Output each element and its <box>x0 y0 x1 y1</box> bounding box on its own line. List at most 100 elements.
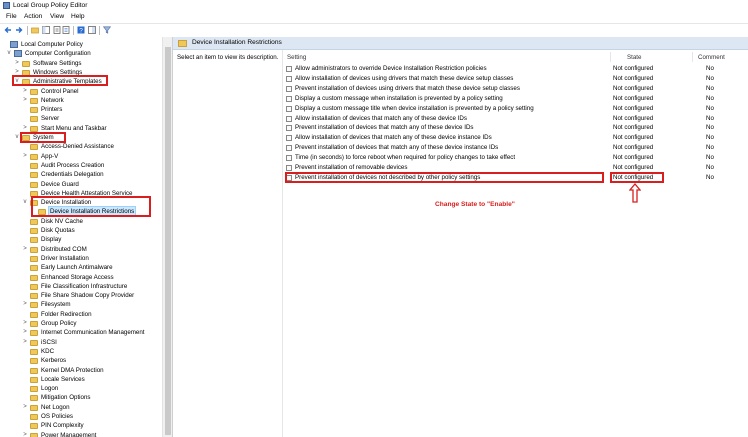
policy-setting: Allow installation of devices using driv… <box>295 74 514 82</box>
filter-icon[interactable] <box>103 26 111 34</box>
policy-comment: No <box>706 104 714 112</box>
highlight-device-installation <box>31 196 151 217</box>
column-header-setting[interactable]: Setting <box>287 54 306 61</box>
policy-setting-icon <box>286 125 292 132</box>
menu-action[interactable]: Action <box>24 13 42 20</box>
policy-setting: Prevent installation of devices using dr… <box>295 84 520 92</box>
policy-setting-icon <box>286 75 292 82</box>
policy-state: Not configured <box>613 104 654 112</box>
tree-node-label: Internet Communication Management <box>41 329 145 337</box>
policy-row[interactable]: Display a custom message when installati… <box>283 94 748 104</box>
expand-chevron-icon[interactable]: > <box>22 403 28 412</box>
expand-chevron-icon[interactable]: > <box>14 59 20 68</box>
column-header-state[interactable]: State <box>627 54 641 61</box>
tree-node-label: File Share Shadow Copy Provider <box>41 292 135 300</box>
policy-setting-icon <box>286 66 292 72</box>
policy-row[interactable]: Prevent installation of devices using dr… <box>283 84 748 94</box>
extended-view-icon[interactable] <box>88 26 96 34</box>
policy-state: Not configured <box>613 74 654 82</box>
show-hide-tree-icon[interactable] <box>42 26 50 34</box>
details-header: Device Installation Restrictions <box>173 37 748 50</box>
expand-chevron-icon[interactable]: > <box>22 152 28 161</box>
policy-comment: No <box>706 164 714 171</box>
folder-icon <box>30 367 38 374</box>
folder-icon <box>30 237 38 244</box>
tree-scrollbar-thumb[interactable] <box>165 47 171 435</box>
folder-icon <box>30 404 38 411</box>
policy-comment: No <box>706 124 714 132</box>
policy-state: Not configured <box>613 164 654 171</box>
tree-node-label: Control Panel <box>41 87 79 95</box>
back-icon[interactable] <box>4 26 12 34</box>
policy-state: Not configured <box>613 124 654 132</box>
policy-comment: No <box>706 65 714 72</box>
help-icon[interactable]: ? <box>77 26 85 34</box>
tree-node-label: Credentials Delegation <box>41 171 104 179</box>
highlight-administrative-templates <box>12 75 108 86</box>
policy-setting-icon <box>286 155 292 162</box>
folder-icon <box>30 88 38 95</box>
menu-bar: File Action View Help <box>0 12 748 23</box>
expand-chevron-icon[interactable]: > <box>22 431 28 437</box>
tree-node-label: OS Policies <box>41 413 73 420</box>
forward-icon[interactable] <box>15 26 23 34</box>
folder-icon <box>30 218 38 225</box>
policy-row[interactable]: Time (in seconds) to force reboot when r… <box>283 153 748 163</box>
policy-setting: Display a custom message when installati… <box>295 94 503 102</box>
policy-row[interactable]: Allow administrators to override Device … <box>283 64 748 74</box>
policy-comment: No <box>706 154 714 162</box>
folder-icon <box>30 116 38 123</box>
policy-setting-icon <box>286 165 292 171</box>
folder-icon <box>30 311 38 318</box>
expand-chevron-icon[interactable]: > <box>22 328 28 337</box>
policy-state: Not configured <box>613 134 654 142</box>
policy-setting: Display a custom message title when devi… <box>295 104 534 112</box>
policy-row[interactable]: Display a custom message title when devi… <box>283 104 748 114</box>
policy-row[interactable]: Allow installation of devices that match… <box>283 114 748 124</box>
policy-state: Not configured <box>613 114 654 122</box>
policy-comment: No <box>706 173 714 181</box>
policy-row[interactable]: Prevent installation of devices that mat… <box>283 143 748 153</box>
tree-node-label: Computer Configuration <box>25 50 91 58</box>
collapse-chevron-icon[interactable]: v <box>22 198 28 207</box>
expand-chevron-icon[interactable]: > <box>22 96 28 105</box>
folder-icon <box>30 181 38 188</box>
expand-chevron-icon[interactable]: > <box>22 300 28 309</box>
folder-icon <box>30 386 38 393</box>
annotation-text: Change State to "Enable" <box>435 201 515 208</box>
expand-chevron-icon[interactable]: > <box>22 338 28 347</box>
expand-chevron-icon[interactable]: > <box>22 245 28 254</box>
tree-scrollbar[interactable] <box>162 37 172 437</box>
export-list-icon[interactable] <box>62 26 70 34</box>
policy-row[interactable]: Allow installation of devices that match… <box>283 133 748 143</box>
menu-file[interactable]: File <box>6 13 17 20</box>
menu-view[interactable]: View <box>50 13 64 20</box>
tree-node-label: Enhanced Storage Access <box>41 273 114 281</box>
policy-state: Not configured <box>613 65 654 72</box>
tree-node-label: Server <box>41 115 60 123</box>
policy-row[interactable]: Prevent installation of devices that mat… <box>283 123 748 133</box>
menu-help[interactable]: Help <box>71 13 85 20</box>
folder-icon <box>30 339 38 346</box>
expand-chevron-icon[interactable]: > <box>22 87 28 96</box>
tree-node-label: App-V <box>41 152 59 160</box>
policy-row[interactable]: Allow installation of devices using driv… <box>283 74 748 84</box>
expand-chevron-icon[interactable]: > <box>22 319 28 328</box>
policy-setting-icon <box>286 115 292 122</box>
policy-setting-icon <box>286 105 292 112</box>
tree-node-label: Driver Installation <box>41 254 89 262</box>
folder-icon <box>30 255 38 262</box>
up-arrow-icon <box>629 183 641 203</box>
tree-node-label: Kerberos <box>41 357 67 365</box>
up-folder-icon[interactable] <box>31 26 39 34</box>
policy-setting: Prevent installation of removable device… <box>295 164 408 171</box>
properties-icon[interactable] <box>53 26 61 34</box>
folder-icon <box>30 348 38 355</box>
folder-icon <box>30 265 38 272</box>
collapse-chevron-icon[interactable]: v <box>6 49 12 58</box>
folder-icon <box>30 125 38 132</box>
tree-node-label: Kernel DMA Protection <box>41 366 104 374</box>
policy-setting: Prevent installation of devices that mat… <box>295 144 499 152</box>
folder-icon <box>22 60 30 67</box>
column-header-comment[interactable]: Comment <box>698 54 725 61</box>
